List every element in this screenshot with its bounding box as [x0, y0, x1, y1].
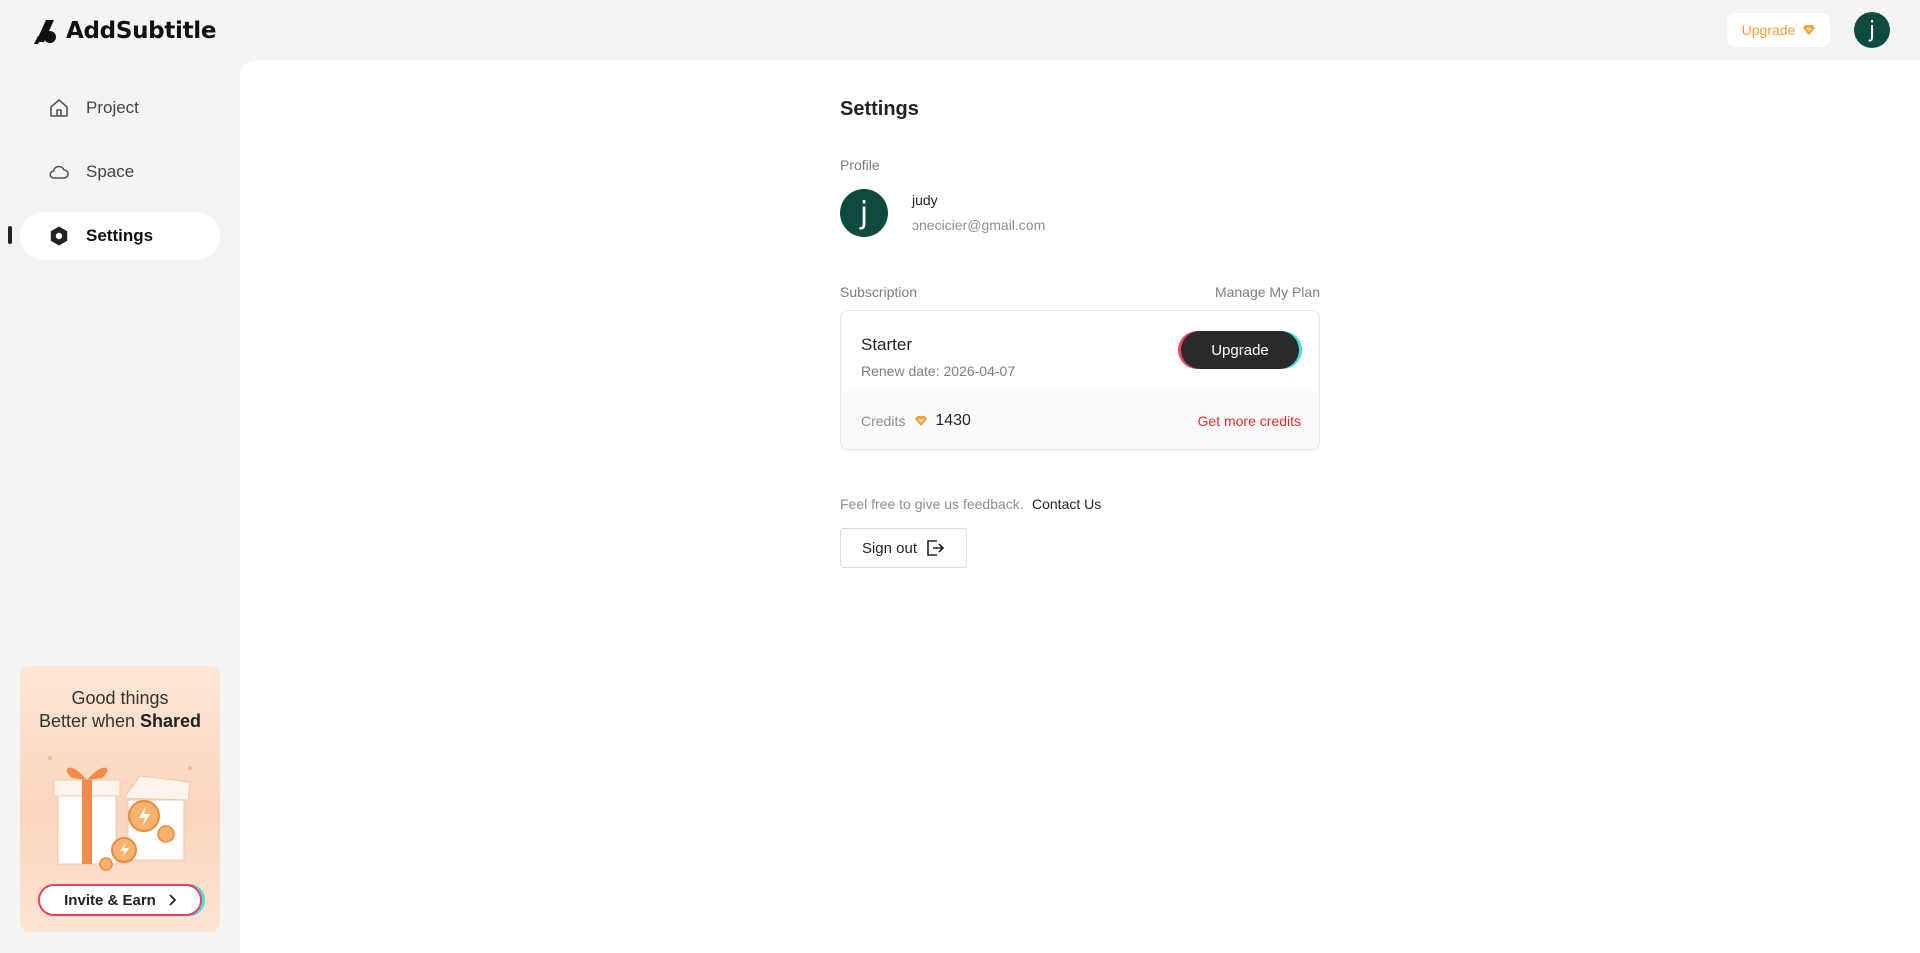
cloud-icon [49, 165, 69, 179]
sidebar-item-label: Space [86, 162, 135, 181]
sidebar-item-label: Settings [86, 226, 154, 245]
logo-icon [34, 20, 56, 44]
invite-earn-button[interactable]: Invite & Earn [38, 884, 202, 916]
gift-box-illustration [48, 756, 192, 871]
profile-email: ɔnecicier@gmail.com [912, 217, 1046, 233]
sidebar-item-settings[interactable]: Settings [20, 212, 220, 260]
get-more-credits-link[interactable]: Get more credits [1198, 413, 1301, 429]
chevron-right-icon [169, 894, 176, 906]
app-logo[interactable]: AddSubtitle [32, 16, 216, 46]
diamond-icon [915, 416, 928, 426]
sign-out-icon [927, 540, 945, 556]
top-bar: AddSubtitle Upgrade j [0, 0, 1920, 60]
promo-emphasis: Shared [140, 711, 202, 731]
user-avatar[interactable]: j [1854, 12, 1890, 48]
upgrade-button[interactable]: Upgrade [1181, 331, 1299, 369]
contact-us-link[interactable]: Contact Us [1032, 496, 1101, 512]
credits-row: Credits 1430 Get more credits [841, 391, 1319, 449]
promo-subheadline: Better when Shared [20, 711, 220, 732]
plan-name: Starter [861, 335, 913, 354]
sidebar-item-label: Project [86, 98, 139, 117]
promo-text: Better when [38, 711, 141, 731]
profile-section-label: Profile [840, 157, 880, 173]
settings-icon [50, 226, 68, 246]
subscription-section-label: Subscription [840, 284, 918, 300]
manage-plan-link[interactable]: Manage My Plan [1215, 284, 1320, 300]
sign-out-label: Sign out [861, 539, 918, 557]
feedback-text: Feel free to give us feedback. [840, 496, 1024, 512]
header-upgrade-button[interactable]: Upgrade [1727, 13, 1830, 47]
sidebar-item-space[interactable]: Space [20, 148, 220, 196]
invite-promo-card[interactable]: Good things Better when Shared Invite & … [20, 666, 220, 932]
main-panel: Settings Profile j judy ɔnecicier@gmail.… [240, 60, 1920, 953]
credits-value: 1430 [935, 412, 971, 429]
promo-headline: Good things [71, 688, 169, 708]
subscription-card: Starter Renew date: 2026-04-07 Upgrade C… [840, 310, 1320, 450]
active-indicator [8, 226, 12, 244]
sign-out-button[interactable]: Sign out [840, 528, 967, 568]
diamond-icon [1803, 25, 1816, 35]
sidebar-item-project[interactable]: Project [20, 84, 220, 132]
home-icon [50, 99, 68, 117]
invite-earn-label: Invite & Earn [64, 891, 156, 909]
credits-label: Credits [861, 413, 906, 429]
app-name: AddSubtitle [66, 18, 217, 44]
profile-avatar: j [840, 189, 888, 237]
renew-date: Renew date: 2026-04-07 [861, 363, 1016, 379]
header-upgrade-label: Upgrade [1741, 22, 1796, 38]
page-title: Settings [840, 98, 919, 120]
profile-name: judy [912, 192, 938, 208]
